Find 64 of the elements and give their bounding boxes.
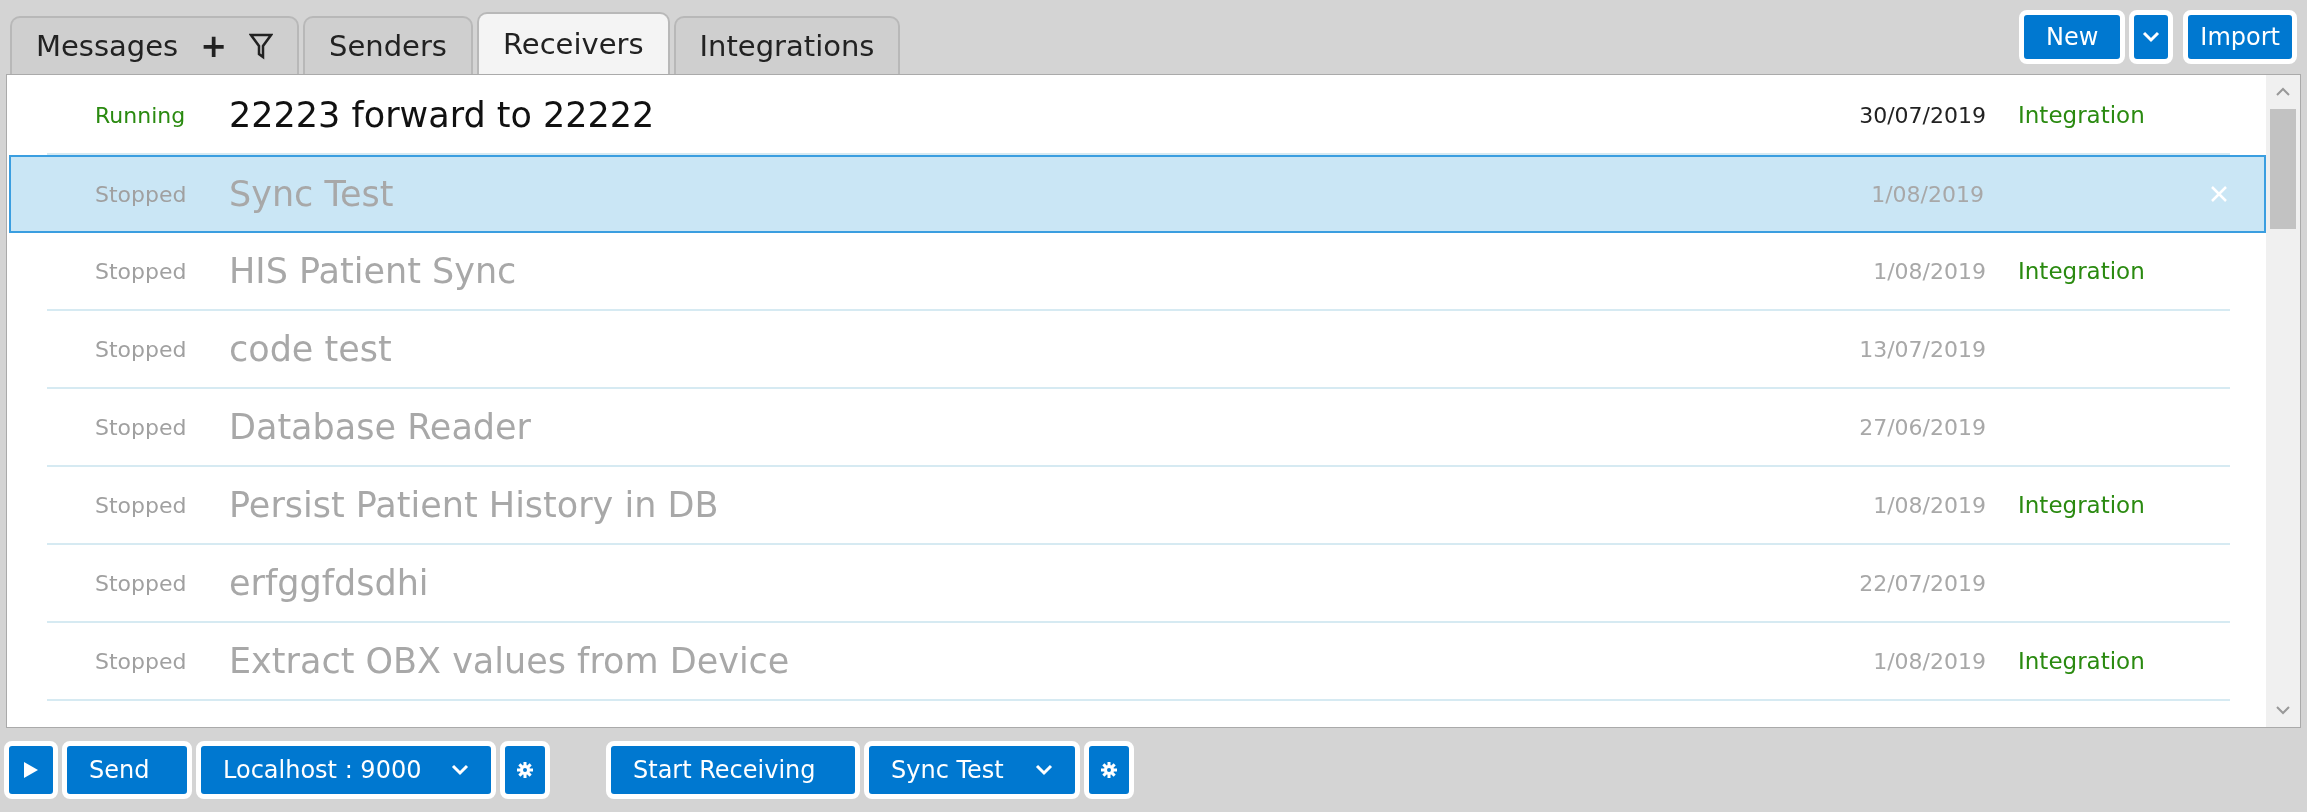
receiver-name: 22223 forward to 22222: [229, 95, 656, 135]
receiver-name: Persist Patient History in DB: [229, 485, 720, 525]
date-text: 22/07/2019: [1858, 570, 1986, 596]
tab-label: Senders: [329, 29, 447, 63]
status-text: Stopped: [94, 258, 188, 284]
status-text: Stopped: [94, 336, 188, 362]
chevron-down-icon: [451, 764, 469, 776]
receiver-row[interactable]: Stopped Persist Patient History in DB 1/08/2019 Integration: [47, 467, 2230, 545]
filter-icon[interactable]: [249, 32, 274, 60]
chevron-down-icon: [1035, 764, 1053, 776]
date-text: 1/08/2019: [1870, 181, 1984, 207]
receiver-row[interactable]: Stopped Extract OBX values from Device 1/08/2019 Integration: [47, 623, 2230, 701]
new-menu-button[interactable]: [2129, 10, 2174, 64]
date-text: 27/06/2019: [1858, 414, 1986, 440]
date-text: 30/07/2019: [1858, 102, 1986, 128]
status-text: Running: [94, 102, 187, 128]
tab[interactable]: Senders: [303, 16, 473, 74]
tab-label: Integrations: [699, 29, 875, 63]
receiver-name: Sync Test: [229, 174, 395, 214]
play-icon: [23, 761, 39, 779]
receiver-name: code test: [229, 329, 393, 369]
date-text: 1/08/2019: [1872, 492, 1986, 518]
scrollbar[interactable]: [2266, 75, 2300, 727]
chevron-down-icon: [2142, 31, 2161, 43]
gear-icon: [517, 762, 533, 778]
receiver-row[interactable]: Stopped code test 13/07/2019: [47, 311, 2230, 389]
tab-label: Receivers: [502, 27, 644, 61]
gear-icon: [1101, 762, 1117, 778]
receiver-row[interactable]: Stopped erfggfdsdhi 22/07/2019: [47, 545, 2230, 623]
integration-tag: Integration: [2018, 492, 2145, 518]
sender-settings-button[interactable]: [500, 741, 550, 799]
date-text: 13/07/2019: [1858, 336, 1986, 362]
sender-select[interactable]: Localhost : 9000: [196, 741, 496, 799]
date-text: 1/08/2019: [1872, 258, 1986, 284]
integration-tag: Integration: [2018, 258, 2145, 284]
status-text: Stopped: [94, 492, 188, 518]
receiver-name: HIS Patient Sync: [229, 251, 518, 291]
scroll-up-icon[interactable]: [2275, 87, 2291, 97]
receiver-name: Extract OBX values from Device: [229, 641, 791, 681]
status-text: Stopped: [94, 181, 188, 207]
tab-label: Messages: [36, 29, 179, 63]
status-text: Stopped: [94, 648, 188, 674]
import-button[interactable]: Import: [2183, 10, 2297, 64]
status-text: Stopped: [94, 570, 188, 596]
tab[interactable]: Receivers: [476, 12, 670, 74]
send-button[interactable]: Send: [62, 741, 192, 799]
scroll-thumb[interactable]: [2270, 109, 2296, 229]
receiver-row[interactable]: Stopped Database Reader 27/06/2019: [47, 389, 2230, 467]
tab[interactable]: Integrations: [673, 16, 901, 74]
start-receiving-button[interactable]: Start Receiving: [606, 741, 860, 799]
tab[interactable]: Messages +: [10, 16, 300, 74]
add-icon[interactable]: +: [200, 27, 228, 65]
play-button[interactable]: [4, 741, 58, 799]
receiver-settings-button[interactable]: [1084, 741, 1134, 799]
receiver-name: Database Reader: [229, 407, 532, 447]
receiver-name: erfggfdsdhi: [229, 563, 430, 603]
status-text: Stopped: [94, 414, 188, 440]
receiver-select[interactable]: Sync Test: [864, 741, 1080, 799]
date-text: 1/08/2019: [1872, 648, 1986, 674]
integration-tag: Integration: [2018, 648, 2145, 674]
scroll-down-icon[interactable]: [2275, 705, 2291, 715]
new-button[interactable]: New: [2019, 10, 2126, 64]
integration-tag: Integration: [2018, 102, 2145, 128]
receiver-row[interactable]: Stopped HIS Patient Sync 1/08/2019 Integration: [47, 233, 2230, 311]
